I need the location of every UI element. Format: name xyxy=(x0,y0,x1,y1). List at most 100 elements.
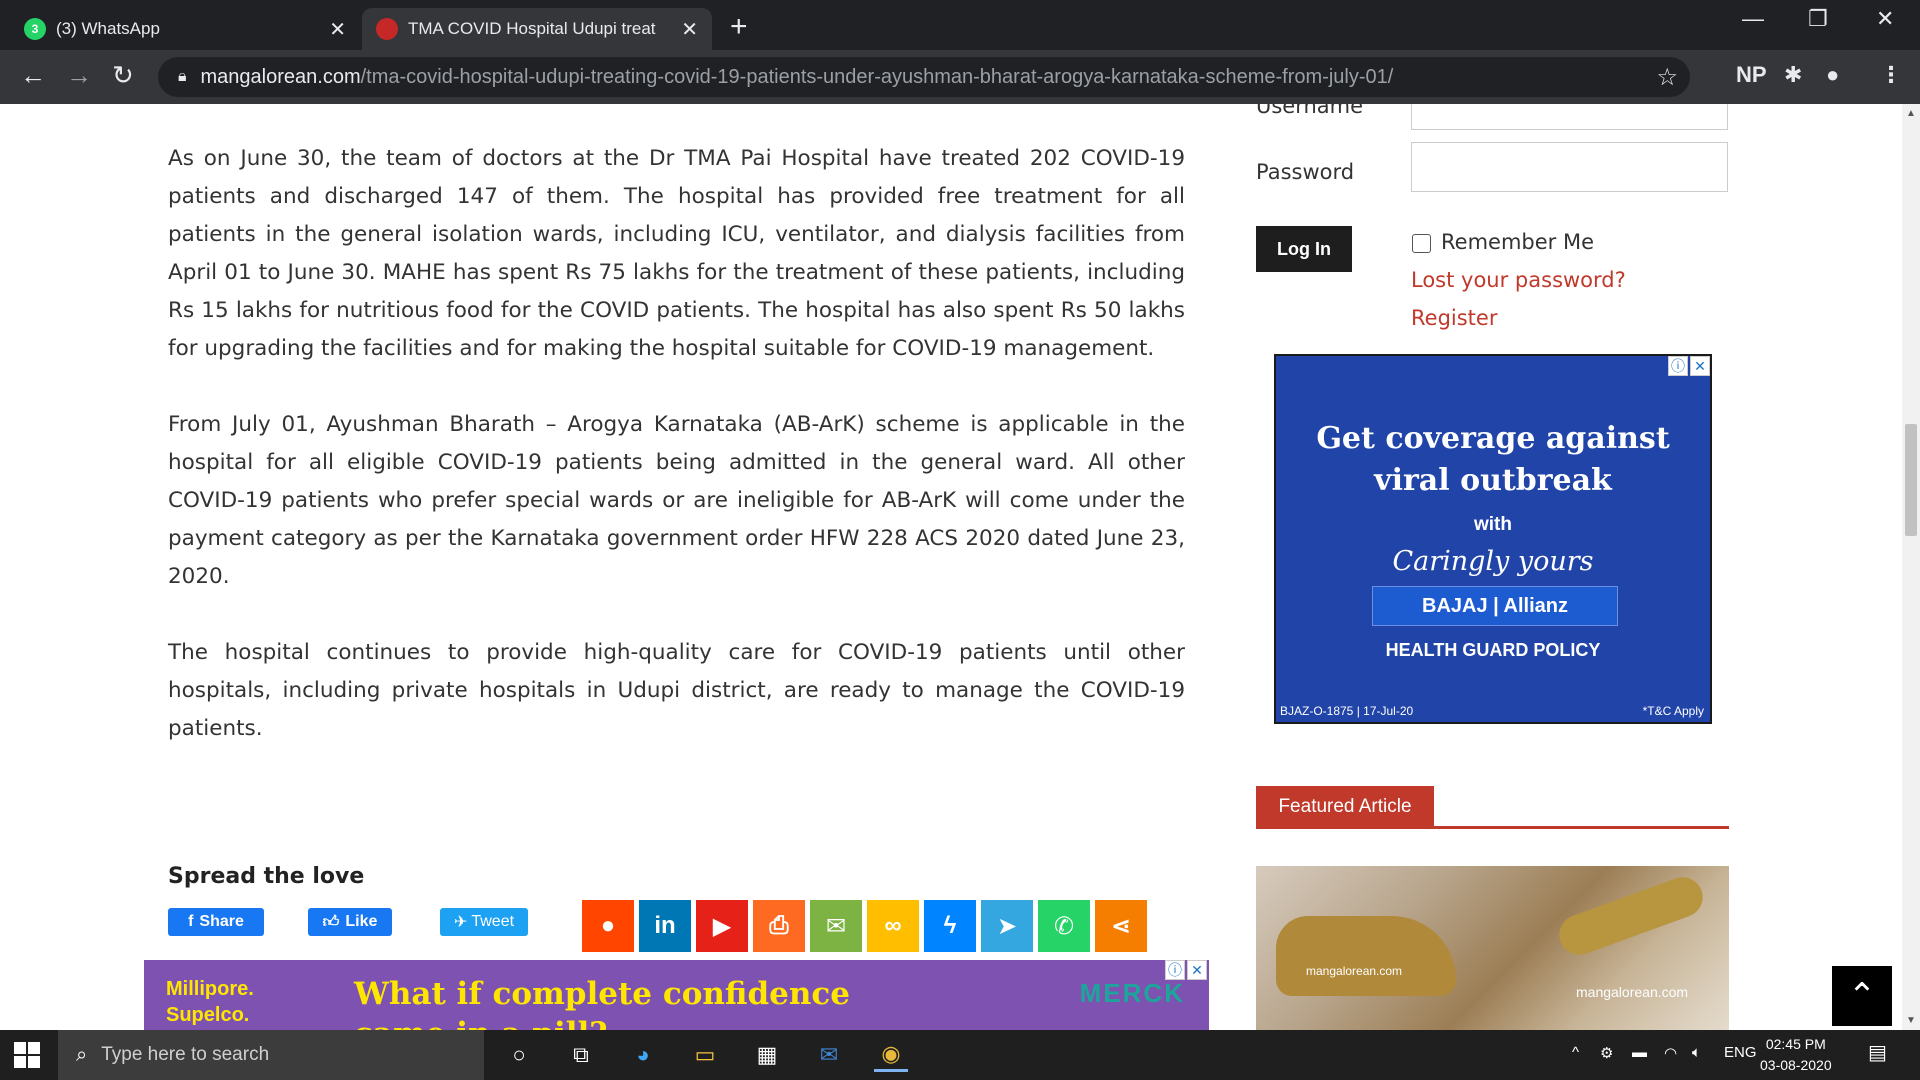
ad-headline: Get coverage against viral outbreak xyxy=(1276,418,1710,502)
search-icon: ⌕ xyxy=(76,1043,88,1066)
taskbar-clock[interactable]: 02:45 PM 03-08-2020 xyxy=(1760,1034,1832,1076)
minimize-icon[interactable]: — xyxy=(1742,6,1764,32)
facebook-like-label: Like xyxy=(345,913,378,930)
ad-close-icon[interactable]: ✕ xyxy=(1187,960,1207,980)
thumbs-up-icon: 👍︎ xyxy=(322,913,340,931)
back-arrow-icon[interactable]: ← xyxy=(20,60,46,91)
merck-logo: MERCK xyxy=(1079,978,1185,1008)
task-view-icon[interactable]: ⧉ xyxy=(564,1038,598,1072)
scroll-to-top-button[interactable]: ⌃ xyxy=(1832,966,1892,1026)
forward-arrow-icon[interactable]: → xyxy=(66,60,92,91)
battery-icon[interactable]: ▬ xyxy=(1632,1044,1647,1061)
linkedin-share-icon[interactable]: in xyxy=(639,900,691,952)
ad-close-icon[interactable]: ✕ xyxy=(1690,356,1710,376)
clock-time: 02:45 PM xyxy=(1765,1036,1826,1052)
cortana-icon[interactable]: ○ xyxy=(502,1038,536,1072)
np-extension-icon[interactable]: NP xyxy=(1736,62,1767,88)
url-path: /tma-covid-hospital-udupi-treating-covid… xyxy=(360,65,1394,88)
image-watermark: mangalorean.com xyxy=(1306,964,1403,978)
scrollbar-thumb[interactable] xyxy=(1905,424,1917,536)
reload-icon[interactable]: ↻ xyxy=(112,60,134,91)
address-bar[interactable]: 🔒︎ mangalorean.com /tma-covid-hospital-u… xyxy=(158,57,1690,97)
profile-avatar-icon[interactable]: ● xyxy=(1826,62,1839,88)
lost-password-link[interactable]: Lost your password? xyxy=(1411,268,1626,292)
more-share-share-icon[interactable]: ⋖ xyxy=(1095,900,1147,952)
tray-chevron-icon[interactable]: ^ xyxy=(1572,1044,1579,1061)
email-share-icon[interactable]: ✉ xyxy=(810,900,862,952)
ad-brand-line: Millipore. xyxy=(166,978,254,1000)
language-indicator[interactable]: ENG xyxy=(1724,1044,1757,1061)
whatsapp-share-icon[interactable]: ✆ xyxy=(1038,900,1090,952)
volume-icon[interactable]: 🔈︎ xyxy=(1692,1044,1701,1061)
facebook-share-button[interactable]: f Share xyxy=(168,908,264,936)
bajaj-allianz-ad[interactable]: ⓘ ✕ Get coverage against viral outbreak … xyxy=(1274,354,1712,724)
edge-icon[interactable]: ◕ xyxy=(626,1038,660,1072)
chrome-icon[interactable]: ◉ xyxy=(874,1038,908,1072)
wifi-icon[interactable]: ◠ xyxy=(1664,1044,1677,1062)
spread-the-love-heading: Spread the love xyxy=(168,864,365,889)
youtube-share-icon[interactable]: ▶ xyxy=(696,900,748,952)
extensions-puzzle-icon[interactable]: ✱ xyxy=(1784,62,1802,88)
tab-close-icon[interactable]: ✕ xyxy=(329,17,346,42)
scroll-down-arrow-icon[interactable]: ▼ xyxy=(1906,1015,1916,1026)
password-field[interactable] xyxy=(1411,142,1728,192)
up-arrow-icon: ⌃ xyxy=(1847,977,1877,1015)
windows-start-icon[interactable] xyxy=(14,1042,40,1068)
ad-headline: What if complete confidence came in a pi… xyxy=(354,976,850,1030)
password-label: Password xyxy=(1256,160,1355,184)
ad-code: BJAZ-O-1875 | 17-Jul-20 xyxy=(1280,704,1414,718)
whatsapp-favicon-icon: 3 xyxy=(24,18,46,40)
browser-tab-strip: 3 (3) WhatsApp ✕ TMA COVID Hospital Udup… xyxy=(0,0,1920,50)
bookmark-star-icon[interactable]: ☆ xyxy=(1656,63,1678,92)
notifications-icon[interactable]: ▤ xyxy=(1868,1040,1887,1065)
tweet-label: Tweet xyxy=(471,913,515,930)
register-link[interactable]: Register xyxy=(1411,306,1497,330)
featured-article-tab: Featured Article xyxy=(1256,786,1434,828)
messenger-share-icon[interactable]: ϟ xyxy=(924,900,976,952)
page-scrollbar[interactable]: ▲ ▼ xyxy=(1902,104,1920,1030)
browser-menu-icon[interactable]: ⋮ xyxy=(1880,62,1902,88)
adchoices-icon[interactable]: ⓘ xyxy=(1165,960,1185,980)
lock-icon: 🔒︎ xyxy=(178,68,187,85)
tweet-button[interactable]: ✈︎ Tweet xyxy=(440,908,528,936)
mail-icon[interactable]: ✉ xyxy=(812,1038,846,1072)
scroll-up-arrow-icon[interactable]: ▲ xyxy=(1906,108,1916,119)
featured-underline xyxy=(1256,826,1729,829)
twitter-bird-icon: ✈︎ xyxy=(453,914,468,931)
maximize-icon[interactable]: ❐ xyxy=(1808,6,1828,32)
tab-whatsapp[interactable]: 3 (3) WhatsApp ✕ xyxy=(10,8,360,50)
taskbar-search-box[interactable]: ⌕ Type here to search xyxy=(58,1030,484,1080)
adchoices-icon[interactable]: ⓘ xyxy=(1668,356,1688,376)
reddit-share-icon[interactable]: ● xyxy=(582,900,634,952)
image-watermark: mangalorean.com xyxy=(1576,984,1689,1000)
windows-taskbar: ⌕ Type here to search ○ ⧉ ◕ ▭ ▦ ✉ ◉ ^ ⚙ … xyxy=(0,1030,1920,1080)
ad-brand-line: Supelco. xyxy=(166,1004,250,1026)
new-tab-icon[interactable]: + xyxy=(730,10,748,44)
file-explorer-icon[interactable]: ▭ xyxy=(688,1038,722,1072)
telegram-share-icon[interactable]: ➤ xyxy=(981,900,1033,952)
tray-app-icon[interactable]: ⚙ xyxy=(1600,1044,1613,1062)
copy-link-share-icon[interactable]: ∞ xyxy=(867,900,919,952)
tab-title: TMA COVID Hospital Udupi treat xyxy=(408,19,656,38)
ad-headline-line: viral outbreak xyxy=(1374,463,1612,498)
username-field[interactable] xyxy=(1411,104,1728,130)
window-close-icon[interactable]: ✕ xyxy=(1876,6,1894,32)
remember-me-checkbox[interactable] xyxy=(1412,234,1431,253)
store-icon[interactable]: ▦ xyxy=(750,1038,784,1072)
login-button[interactable]: Log In xyxy=(1256,226,1352,272)
print-share-icon[interactable]: ⎙ xyxy=(753,900,805,952)
web-page: As on June 30, the team of doctors at th… xyxy=(0,104,1902,1030)
article-paragraph: The hospital continues to provide high-q… xyxy=(168,640,1185,741)
article-paragraph: As on June 30, the team of doctors at th… xyxy=(168,146,1185,361)
tab-current-article[interactable]: TMA COVID Hospital Udupi treat ✕ xyxy=(362,8,712,50)
tab-title: (3) WhatsApp xyxy=(56,19,160,38)
ad-terms: *T&C Apply xyxy=(1642,704,1704,718)
facebook-like-button[interactable]: 👍︎ Like xyxy=(308,908,392,936)
merck-banner-ad[interactable]: Millipore. Supelco. What if complete con… xyxy=(144,960,1209,1030)
url-host: mangalorean.com xyxy=(200,65,361,88)
remember-me-label: Remember Me xyxy=(1441,230,1594,254)
featured-article-image[interactable]: mangalorean.com mangalorean.com xyxy=(1256,866,1729,1030)
article-body: As on June 30, the team of doctors at th… xyxy=(168,140,1185,786)
tab-close-icon[interactable]: ✕ xyxy=(681,17,698,42)
ad-tagline: Caringly yours xyxy=(1392,546,1594,577)
